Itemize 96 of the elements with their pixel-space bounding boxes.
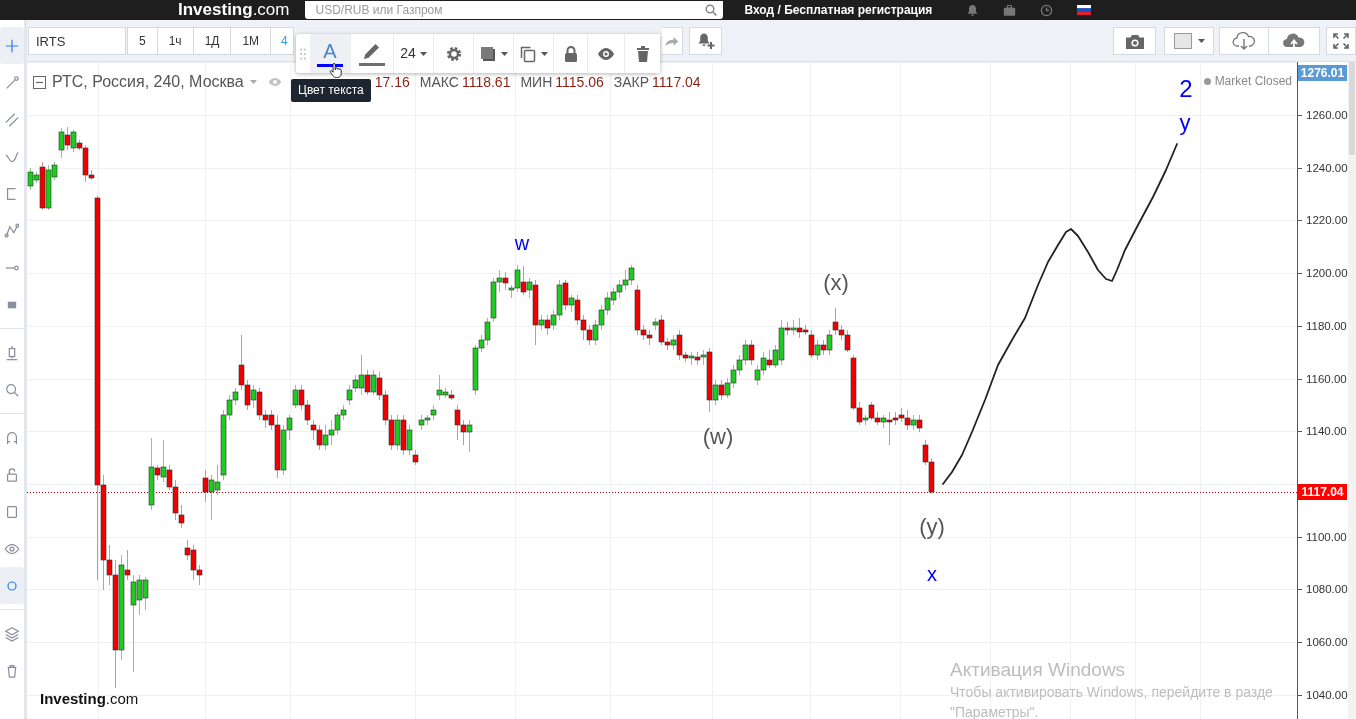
wave-label: 2 <box>1179 74 1193 102</box>
axis-label: 1180.00 <box>1306 319 1347 332</box>
bell-icon[interactable] <box>966 3 980 17</box>
caret-icon <box>249 80 257 84</box>
axis-label: 1080.00 <box>1306 583 1348 596</box>
axis-label: 1100.00 <box>1306 530 1347 543</box>
ohlc-value: 1117.04 <box>652 74 701 90</box>
crosshair-icon <box>4 37 20 54</box>
ohlc-label: МАКС <box>419 74 459 90</box>
axis-label: 1060.00 <box>1306 636 1348 649</box>
candle-ruler-icon <box>4 344 20 361</box>
interval-button[interactable]: 1Д <box>193 27 232 55</box>
interval-button[interactable]: 1М <box>231 27 272 55</box>
tool-button[interactable] <box>0 567 24 604</box>
tool-button[interactable] <box>0 27 24 64</box>
chart-logo: Investing.com <box>40 689 139 709</box>
eye-icon[interactable] <box>267 77 282 87</box>
fullscreen-button[interactable] <box>1326 27 1356 55</box>
hand-cursor-icon <box>329 63 342 79</box>
caret-icon <box>419 51 427 56</box>
magnifier-icon <box>4 381 20 398</box>
ohlc-value: 1118.61 <box>461 74 511 90</box>
clock-icon[interactable] <box>1040 3 1054 17</box>
logo[interactable]: Investing.com <box>178 0 290 20</box>
fill-dropdown[interactable] <box>473 34 513 73</box>
lock-button[interactable] <box>553 34 587 73</box>
layers-icon <box>4 625 20 642</box>
wave-label: (y) <box>919 513 945 539</box>
ohlc-label: МИН <box>520 74 553 90</box>
activation-text: Чтобы активировать Windows, перейдите в разде <box>950 683 1273 702</box>
copy-dropdown[interactable] <box>513 34 553 73</box>
interval-button[interactable]: 1ч <box>157 27 194 55</box>
delete-button[interactable] <box>624 34 660 73</box>
interval-button[interactable]: 5 <box>127 27 158 55</box>
wave-label: x <box>927 563 937 585</box>
tooltip: Цвет текста <box>291 79 371 102</box>
activation-title: Активация Windows <box>950 658 1127 682</box>
save-button[interactable] <box>1269 27 1320 55</box>
search-icon[interactable] <box>705 4 718 16</box>
font-size-dropdown[interactable]: 24 <box>393 34 433 73</box>
ohlc-value: 17.16 <box>374 74 410 90</box>
drag-handle-icon[interactable] <box>300 47 306 60</box>
wave-label: (w) <box>702 423 734 449</box>
trend-line-icon <box>4 74 20 91</box>
axis-label: 1200.00 <box>1306 267 1348 280</box>
market-status: Market Closed <box>1214 73 1292 90</box>
search-field[interactable]: USD/RUB или Газпром <box>305 1 724 19</box>
load-button[interactable] <box>1219 27 1269 55</box>
wave-label: w <box>514 232 530 254</box>
collapse-icon[interactable] <box>33 75 46 89</box>
zigzag-icon <box>4 222 20 239</box>
background-dropdown[interactable] <box>1164 27 1214 55</box>
price-marker: 1117.04 <box>1298 484 1347 500</box>
status-dot-icon <box>1203 77 1211 85</box>
pencil-icon <box>362 41 382 61</box>
axis-label: 1160.00 <box>1306 372 1347 385</box>
axis-label: 1040.00 <box>1306 688 1348 701</box>
lock-icon <box>4 466 20 483</box>
redo-button[interactable] <box>662 27 683 55</box>
parallel-lines-icon <box>4 111 20 128</box>
axis-label: 1220.00 <box>1306 214 1348 227</box>
swatch-icon <box>1173 33 1192 49</box>
caret-icon <box>1197 39 1205 43</box>
snapshot-button[interactable] <box>1113 27 1156 55</box>
wave-label: y <box>1179 109 1191 135</box>
ohlc-label: ЗАКР <box>613 74 650 90</box>
login-link[interactable]: Вход / Бесплатная регистрация <box>744 1 933 19</box>
axis-label: 1260.00 <box>1306 109 1348 121</box>
fullscreen-icon <box>1332 32 1350 50</box>
add-alert-button[interactable] <box>689 27 722 55</box>
line-color-button[interactable] <box>350 34 393 73</box>
scrollbar[interactable] <box>1348 62 1356 719</box>
axis-label: 1140.00 <box>1306 425 1347 438</box>
flag-icon[interactable] <box>1077 5 1092 15</box>
ohlc-value: 1115.06 <box>555 74 604 90</box>
scrollbar-thumb[interactable] <box>1349 62 1355 155</box>
price-marker: 1276.01 <box>1298 65 1347 81</box>
chart-title: РТС, Россия, 240, Москва <box>52 74 244 90</box>
bell-plus-icon <box>696 32 715 50</box>
wave-label: (x) <box>823 269 849 295</box>
symbol-field[interactable]: IRTS <box>28 27 126 55</box>
camera-icon <box>1124 32 1145 50</box>
axis-label: 1240.00 <box>1306 161 1348 174</box>
visibility-button[interactable] <box>587 34 624 73</box>
filled-square-icon <box>479 44 497 63</box>
magnet-icon <box>4 429 20 446</box>
settings-button[interactable] <box>433 34 473 73</box>
caret-icon <box>501 51 508 56</box>
briefcase-icon[interactable] <box>1003 3 1017 17</box>
copy-icon <box>519 44 537 63</box>
redo-icon <box>665 35 679 47</box>
activation-text: "Параметры". <box>950 703 1040 719</box>
gear-icon <box>444 44 463 63</box>
caret-icon <box>541 51 548 56</box>
cloud-download-icon <box>1232 31 1256 51</box>
rectangle-icon <box>4 503 20 520</box>
